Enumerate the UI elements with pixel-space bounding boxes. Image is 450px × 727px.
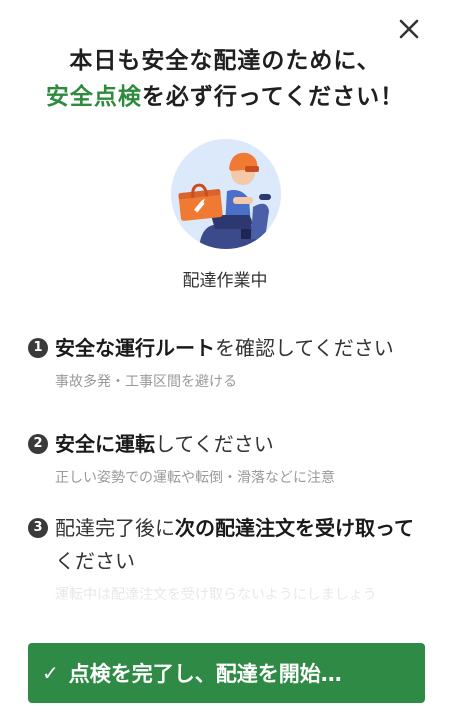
step-text-rest: してください (155, 432, 274, 456)
close-icon (399, 19, 419, 39)
title-rest: を必ず行ってください！ (141, 84, 405, 110)
checklist: 1 安全な運行ルートを確認してください 事故多発・工事区間を避ける 2 安全に運… (28, 332, 420, 605)
step-number-badge: 2 (28, 434, 48, 454)
step-text-bold: 次の配達注文を受け取って (175, 516, 414, 540)
title-line-2: 安全点検を必ず行ってください！ (0, 79, 450, 115)
step-subtext: 正しい姿勢での運転や転倒・滑落などに注意 (55, 470, 335, 486)
complete-inspection-button[interactable]: ✓ 点検を完了し、配達を開始… (28, 643, 425, 703)
step-number-badge: 1 (28, 338, 48, 358)
hero-caption: 配達作業中 (182, 271, 268, 291)
scroll-fade-overlay (0, 590, 450, 640)
checkmark-icon: ✓ (42, 661, 59, 685)
step-text-bold: 安全に運転 (55, 432, 155, 456)
page-title: 本日も安全な配達のために、 安全点検を必ず行ってください！ (0, 43, 450, 115)
step-text-pre: 配達完了後に (55, 516, 175, 540)
checklist-item-route: 1 安全な運行ルートを確認してください 事故多発・工事区間を避ける (28, 332, 420, 428)
delivery-rider-icon (178, 152, 271, 249)
close-button[interactable] (396, 16, 422, 42)
step-text: 安全な運行ルートを確認してください (55, 332, 420, 365)
step-subtext: 事故多発・工事区間を避ける (55, 374, 237, 390)
title-line-1: 本日も安全な配達のために、 (69, 48, 381, 74)
step-text-bold: 安全な運行ルート (55, 336, 215, 360)
checklist-item-driving: 2 安全に運転してください 正しい姿勢での運転や転倒・滑落などに注意 (28, 428, 420, 512)
complete-inspection-label: 点検を完了し、配達を開始… (68, 662, 342, 686)
step-text: 配達完了後に次の配達注文を受け取ってください (55, 512, 420, 578)
title-accent: 安全点検 (45, 84, 142, 110)
step-number-badge: 3 (28, 518, 48, 538)
delivery-rider-illustration (171, 139, 281, 249)
step-text: 安全に運転してください (55, 428, 420, 461)
step-text-rest: を確認してください (215, 336, 394, 360)
step-text-rest: ください (55, 549, 135, 573)
